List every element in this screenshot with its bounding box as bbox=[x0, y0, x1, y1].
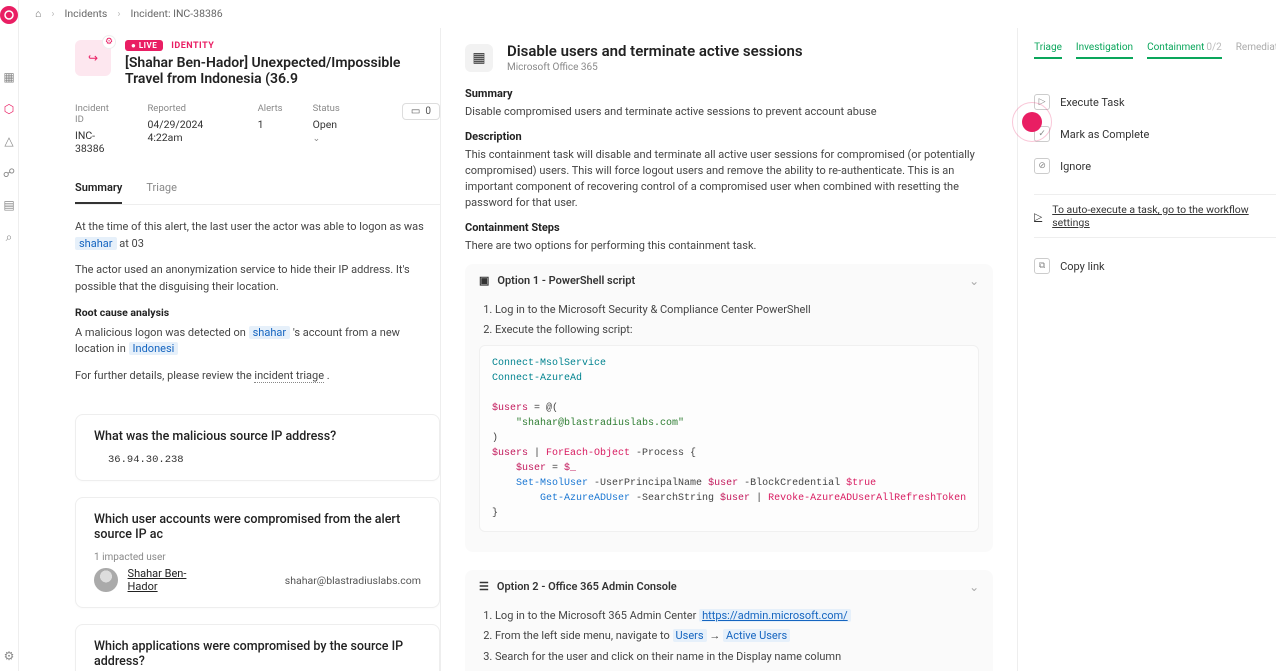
admin-url[interactable]: https://admin.microsoft.com/ bbox=[699, 609, 851, 622]
avatar bbox=[94, 568, 118, 592]
user-chip[interactable]: shahar bbox=[249, 326, 291, 339]
phase-investigation[interactable]: Investigation bbox=[1076, 42, 1133, 59]
phase-remediation[interactable]: Remediation0/2 bbox=[1236, 42, 1276, 59]
settings-icon[interactable]: ⚙ bbox=[2, 649, 16, 663]
incident-title: [Shahar Ben-Hador] Unexpected/Impossible… bbox=[125, 55, 440, 87]
ignore-button[interactable]: ⊘ Ignore bbox=[1034, 150, 1276, 182]
ignore-icon: ⊘ bbox=[1034, 158, 1050, 174]
comment-icon: ▭ bbox=[411, 106, 420, 117]
crumb-incidents[interactable]: Incidents bbox=[65, 7, 108, 20]
home-icon[interactable]: ⌂ bbox=[35, 7, 41, 20]
identity-badge: IDENTITY bbox=[171, 41, 214, 51]
meta-reported: 04/29/2024 4:22am bbox=[147, 118, 227, 144]
warning-icon[interactable]: △ bbox=[2, 134, 16, 148]
task-icon: ▦ bbox=[465, 44, 493, 72]
incident-panel: ↪ ● LIVE IDENTITY [Shahar Ben-Hador] Une… bbox=[19, 28, 440, 671]
spotlight-indicator bbox=[1012, 102, 1052, 142]
crumb-incident[interactable]: Incident: INC-38386 bbox=[131, 7, 223, 20]
phase-triage[interactable]: Triage bbox=[1034, 42, 1062, 59]
incident-type-icon: ↪ bbox=[75, 40, 111, 76]
ip-value: 36.94.30.238 bbox=[94, 454, 421, 466]
phase-containment[interactable]: Containment0/2 bbox=[1147, 42, 1222, 59]
actions-panel: ⋮ Triage Investigation Containment0/2 Re… bbox=[1017, 28, 1276, 671]
triage-link[interactable]: incident triage bbox=[254, 369, 324, 383]
rca-heading: Root cause analysis bbox=[75, 305, 440, 321]
nav-rail: ▦ ⬡ △ ☍ ▤ ⌕ ⚙ bbox=[0, 0, 19, 671]
chevron-down-icon[interactable]: ⌄ bbox=[969, 274, 979, 288]
copy-icon: ⧉ bbox=[1034, 258, 1050, 274]
question-card-users: Which user accounts were compromised fro… bbox=[75, 497, 440, 608]
play-box-icon: ▷ bbox=[1034, 210, 1042, 223]
option-1-card: ▣Option 1 - PowerShell script ⌄ Log in t… bbox=[465, 264, 993, 552]
user-link[interactable]: Shahar Ben-Hador bbox=[128, 567, 215, 593]
meta-id: INC-38386 bbox=[75, 129, 117, 155]
progress-tabs: Triage Investigation Containment0/2 Reme… bbox=[1034, 42, 1276, 60]
copy-link-button[interactable]: ⧉ Copy link bbox=[1034, 250, 1276, 282]
powershell-code: Connect-MsolService Connect-AzureAd $use… bbox=[479, 345, 979, 532]
grid-icon[interactable]: ▦ bbox=[2, 70, 16, 84]
task-panel: ▦ Disable users and terminate active ses… bbox=[441, 28, 1017, 671]
live-badge: ● LIVE bbox=[125, 40, 163, 51]
doc-icon[interactable]: ▤ bbox=[2, 198, 16, 212]
meta-reported-label: Reported bbox=[147, 103, 227, 114]
workflow-settings-link[interactable]: ▷ To auto-execute a task, go to the work… bbox=[1034, 194, 1276, 238]
meta-status-label: Status bbox=[313, 103, 342, 114]
incidents-icon[interactable]: ⬡ bbox=[2, 102, 16, 116]
option-2-card: ☰Option 2 - Office 365 Admin Console ⌄ L… bbox=[465, 570, 993, 671]
question-card-apps: Which applications were compromised by t… bbox=[75, 624, 440, 671]
script-icon: ▣ bbox=[479, 274, 489, 287]
mark-complete-button[interactable]: ✓ Mark as Complete bbox=[1034, 118, 1276, 150]
user-chip[interactable]: shahar bbox=[75, 237, 117, 250]
chevron-down-icon[interactable]: ⌄ bbox=[969, 580, 979, 594]
tab-triage[interactable]: Triage bbox=[146, 173, 177, 204]
location-chip[interactable]: Indonesi bbox=[129, 342, 179, 355]
breadcrumb: ⌂ › Incidents › Incident: INC-38386 bbox=[19, 0, 1276, 28]
task-source: Microsoft Office 365 bbox=[507, 62, 803, 73]
meta-alerts-label: Alerts bbox=[258, 103, 283, 114]
users-icon[interactable]: ☍ bbox=[2, 166, 16, 180]
search-icon[interactable]: ⌕ bbox=[2, 230, 16, 244]
meta-alerts: 1 bbox=[258, 118, 283, 131]
list-icon: ☰ bbox=[479, 580, 489, 593]
meta-id-label: Incident ID bbox=[75, 103, 117, 125]
status-dropdown[interactable]: Open bbox=[313, 118, 342, 144]
execute-task-button[interactable]: ▷ Execute Task bbox=[1034, 86, 1276, 118]
question-card-ip: What was the malicious source IP address… bbox=[75, 414, 440, 481]
user-email: shahar@blastradiuslabs.com bbox=[285, 574, 421, 587]
app-logo[interactable] bbox=[0, 6, 18, 24]
comments-button[interactable]: ▭ 0 bbox=[402, 103, 440, 120]
task-title: Disable users and terminate active sessi… bbox=[507, 42, 803, 60]
tab-summary[interactable]: Summary bbox=[75, 173, 122, 204]
